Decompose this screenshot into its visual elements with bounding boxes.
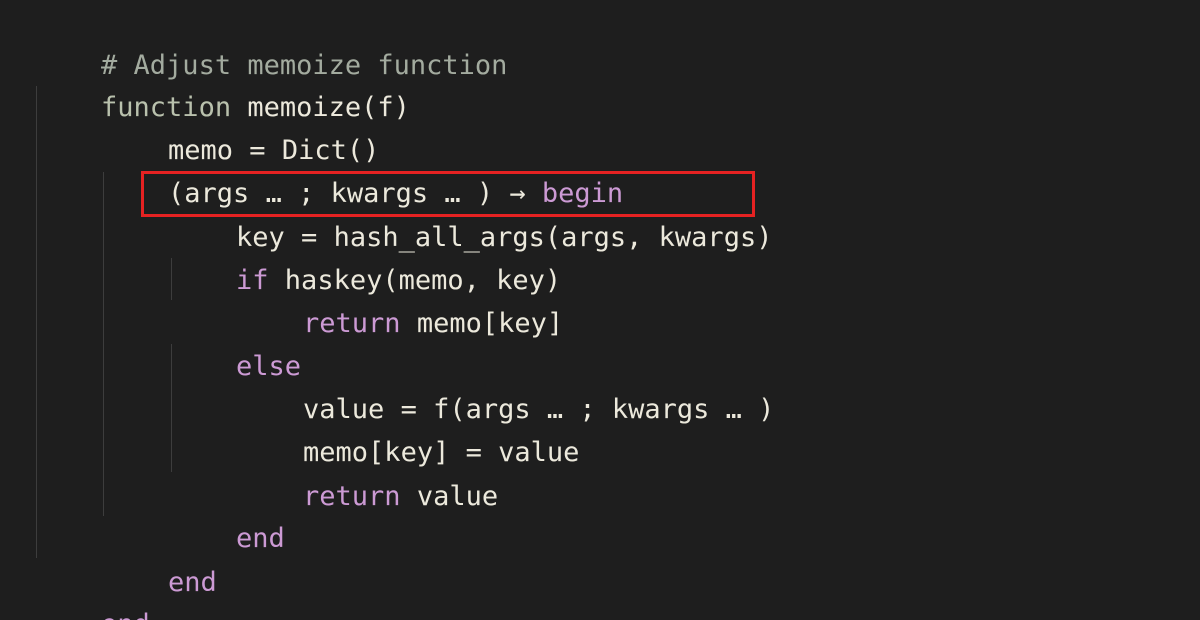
- code-line-11: return value: [238, 431, 498, 512]
- keyword-end: end: [168, 567, 217, 598]
- code-line-12: end: [171, 473, 285, 554]
- code-line-9: value = f(args … ; kwargs … ): [238, 344, 774, 425]
- code-line-4: (args … ; kwargs … ) → begin: [103, 128, 623, 209]
- keyword-return: return: [303, 308, 401, 339]
- code-line-2: function memoize(f): [36, 42, 410, 123]
- code-line-7: return memo[key]: [238, 258, 563, 339]
- highlight-box: [141, 171, 755, 217]
- code-line-14: end: [36, 559, 150, 620]
- code-editor[interactable]: # Adjust memoize function function memoi…: [0, 0, 1200, 620]
- code-line-13: end: [103, 517, 217, 598]
- return-memo-key: memo[key]: [400, 308, 564, 339]
- code-line-1: # Adjust memoize function: [36, 0, 507, 81]
- return-value: value: [400, 481, 499, 512]
- keyword-end: end: [101, 609, 150, 620]
- code-line-3: memo = Dict(): [103, 85, 379, 166]
- code-line-6: if haskey(memo, key): [171, 215, 561, 296]
- keyword-end: end: [236, 523, 285, 554]
- keyword-return: return: [303, 481, 401, 512]
- code-line-8: else: [171, 301, 301, 382]
- code-line-10: memo[key] = value: [238, 387, 579, 468]
